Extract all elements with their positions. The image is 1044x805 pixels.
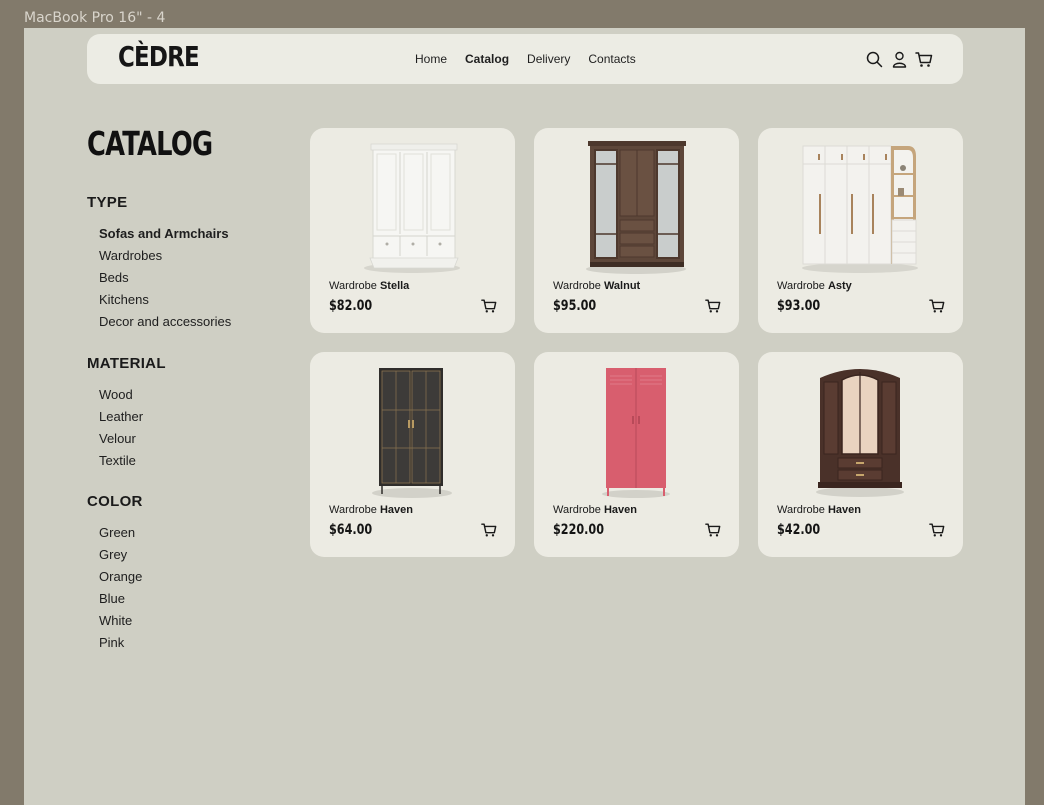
product-card[interactable]: Wardrobe Walnut $95.00 bbox=[534, 128, 739, 333]
page-title: CATALOG bbox=[87, 124, 213, 163]
product-card[interactable]: Wardrobe Asty $93.00 bbox=[758, 128, 963, 333]
product-name[interactable]: Wardrobe Haven bbox=[329, 504, 413, 516]
product-card[interactable]: Wardrobe Stella $82.00 bbox=[310, 128, 515, 333]
product-prefix: Wardrobe bbox=[777, 504, 825, 516]
product-price: $64.00 bbox=[329, 522, 373, 538]
product-card[interactable]: Wardrobe Haven $220.00 bbox=[534, 352, 739, 557]
filter-item-white[interactable]: White bbox=[99, 610, 143, 632]
nav-link-catalog[interactable]: Catalog bbox=[465, 52, 509, 66]
add-to-cart-icon[interactable] bbox=[481, 298, 497, 314]
filter-item-blue[interactable]: Blue bbox=[99, 588, 143, 610]
product-price: $42.00 bbox=[777, 522, 821, 538]
search-icon[interactable] bbox=[865, 50, 883, 68]
product-prefix: Wardrobe bbox=[329, 504, 377, 516]
artboard: CÈDRE Home Catalog Delivery Contacts CAT… bbox=[24, 28, 1025, 805]
filter-item-orange[interactable]: Orange bbox=[99, 566, 143, 588]
sidebar: CATALOG TYPE Sofas and Armchairs Wardrob… bbox=[87, 124, 287, 650]
navbar: CÈDRE Home Catalog Delivery Contacts bbox=[87, 34, 963, 84]
product-price: $82.00 bbox=[329, 298, 373, 314]
product-prefix: Wardrobe bbox=[777, 280, 825, 292]
product-card[interactable]: Wardrobe Haven $42.00 bbox=[758, 352, 963, 557]
product-prefix: Wardrobe bbox=[329, 280, 377, 292]
product-name[interactable]: Wardrobe Haven bbox=[777, 504, 861, 516]
product-title: Stella bbox=[379, 280, 410, 292]
filter-item-sofas[interactable]: Sofas and Armchairs bbox=[99, 223, 231, 245]
filter-heading-type: TYPE bbox=[87, 194, 128, 211]
add-to-cart-icon[interactable] bbox=[705, 298, 721, 314]
add-to-cart-icon[interactable] bbox=[929, 298, 945, 314]
filter-group-color: COLOR Green Grey Orange Blue White Pink bbox=[87, 493, 143, 654]
filter-group-type: TYPE Sofas and Armchairs Wardrobes Beds … bbox=[87, 194, 231, 333]
product-title: Walnut bbox=[603, 280, 641, 292]
nav-link-home[interactable]: Home bbox=[415, 52, 447, 66]
product-title: Haven bbox=[379, 504, 413, 516]
dark-glass-cabinet-image bbox=[372, 368, 452, 498]
nav-icons bbox=[865, 34, 933, 84]
product-price: $95.00 bbox=[553, 298, 597, 314]
product-card[interactable]: Wardrobe Haven $64.00 bbox=[310, 352, 515, 557]
cart-icon[interactable] bbox=[915, 50, 933, 68]
walnut-wardrobe-image bbox=[586, 141, 686, 274]
pink-locker-image bbox=[602, 368, 670, 498]
product-name[interactable]: Wardrobe Stella bbox=[329, 280, 409, 292]
filter-heading-color: COLOR bbox=[87, 493, 143, 510]
add-to-cart-icon[interactable] bbox=[481, 522, 497, 538]
frame-label: MacBook Pro 16" - 4 bbox=[24, 10, 166, 26]
filter-group-material: MATERIAL Wood Leather Velour Textile bbox=[87, 355, 166, 472]
product-price: $93.00 bbox=[777, 298, 821, 314]
filter-item-wardrobes[interactable]: Wardrobes bbox=[99, 245, 231, 267]
add-to-cart-icon[interactable] bbox=[705, 522, 721, 538]
filter-item-green[interactable]: Green bbox=[99, 522, 143, 544]
filter-item-grey[interactable]: Grey bbox=[99, 544, 143, 566]
brown-mirror-wardrobe-image bbox=[816, 369, 904, 497]
filter-item-textile[interactable]: Textile bbox=[99, 450, 166, 472]
white-wardrobe-image bbox=[364, 143, 460, 273]
product-title: Asty bbox=[827, 280, 852, 292]
product-name[interactable]: Wardrobe Haven bbox=[553, 504, 637, 516]
logo[interactable]: CÈDRE bbox=[118, 40, 200, 73]
nav-link-contacts[interactable]: Contacts bbox=[588, 52, 635, 66]
add-to-cart-icon[interactable] bbox=[929, 522, 945, 538]
filter-item-decor[interactable]: Decor and accessories bbox=[99, 311, 231, 333]
nav-link-delivery[interactable]: Delivery bbox=[527, 52, 570, 66]
filter-item-pink[interactable]: Pink bbox=[99, 632, 143, 654]
product-title: Haven bbox=[827, 504, 861, 516]
filter-item-beds[interactable]: Beds bbox=[99, 267, 231, 289]
product-prefix: Wardrobe bbox=[553, 504, 601, 516]
product-price: $220.00 bbox=[553, 522, 605, 538]
filter-item-wood[interactable]: Wood bbox=[99, 384, 166, 406]
product-name[interactable]: Wardrobe Asty bbox=[777, 280, 852, 292]
filter-item-velour[interactable]: Velour bbox=[99, 428, 166, 450]
product-name[interactable]: Wardrobe Walnut bbox=[553, 280, 640, 292]
product-title: Haven bbox=[603, 504, 637, 516]
filter-heading-material: MATERIAL bbox=[87, 355, 166, 372]
filter-item-kitchens[interactable]: Kitchens bbox=[99, 289, 231, 311]
product-prefix: Wardrobe bbox=[553, 280, 601, 292]
white-shelf-wardrobe-image bbox=[802, 145, 918, 273]
filter-item-leather[interactable]: Leather bbox=[99, 406, 166, 428]
user-icon[interactable] bbox=[890, 50, 908, 68]
nav-links: Home Catalog Delivery Contacts bbox=[415, 34, 636, 84]
